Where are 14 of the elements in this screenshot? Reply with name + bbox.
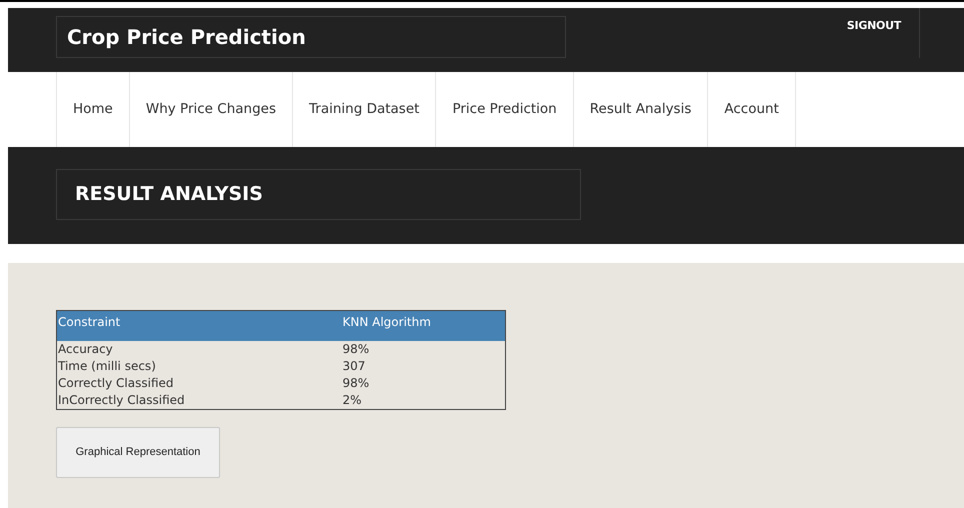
table-cell: Correctly Classified: [56, 374, 342, 392]
table-cell: 2%: [342, 392, 506, 409]
column-header: Constraint: [56, 310, 342, 340]
table-cell: InCorrectly Classified: [56, 392, 342, 409]
table-cell: 98%: [342, 374, 506, 392]
graph-button[interactable]: Graphical Representation: [56, 426, 220, 478]
column-header: KNN Algorithm: [342, 310, 506, 340]
site-title: Crop Price Prediction: [67, 24, 306, 51]
table-cell: 307: [342, 358, 506, 374]
table-cell: 98%: [342, 340, 506, 358]
page-title: RESULT ANALYSIS: [75, 182, 263, 208]
table-cell: Time (milli secs): [56, 358, 342, 374]
table-cell: Accuracy: [56, 340, 342, 358]
signout-link[interactable]: SIGNOUT: [846, 19, 901, 32]
